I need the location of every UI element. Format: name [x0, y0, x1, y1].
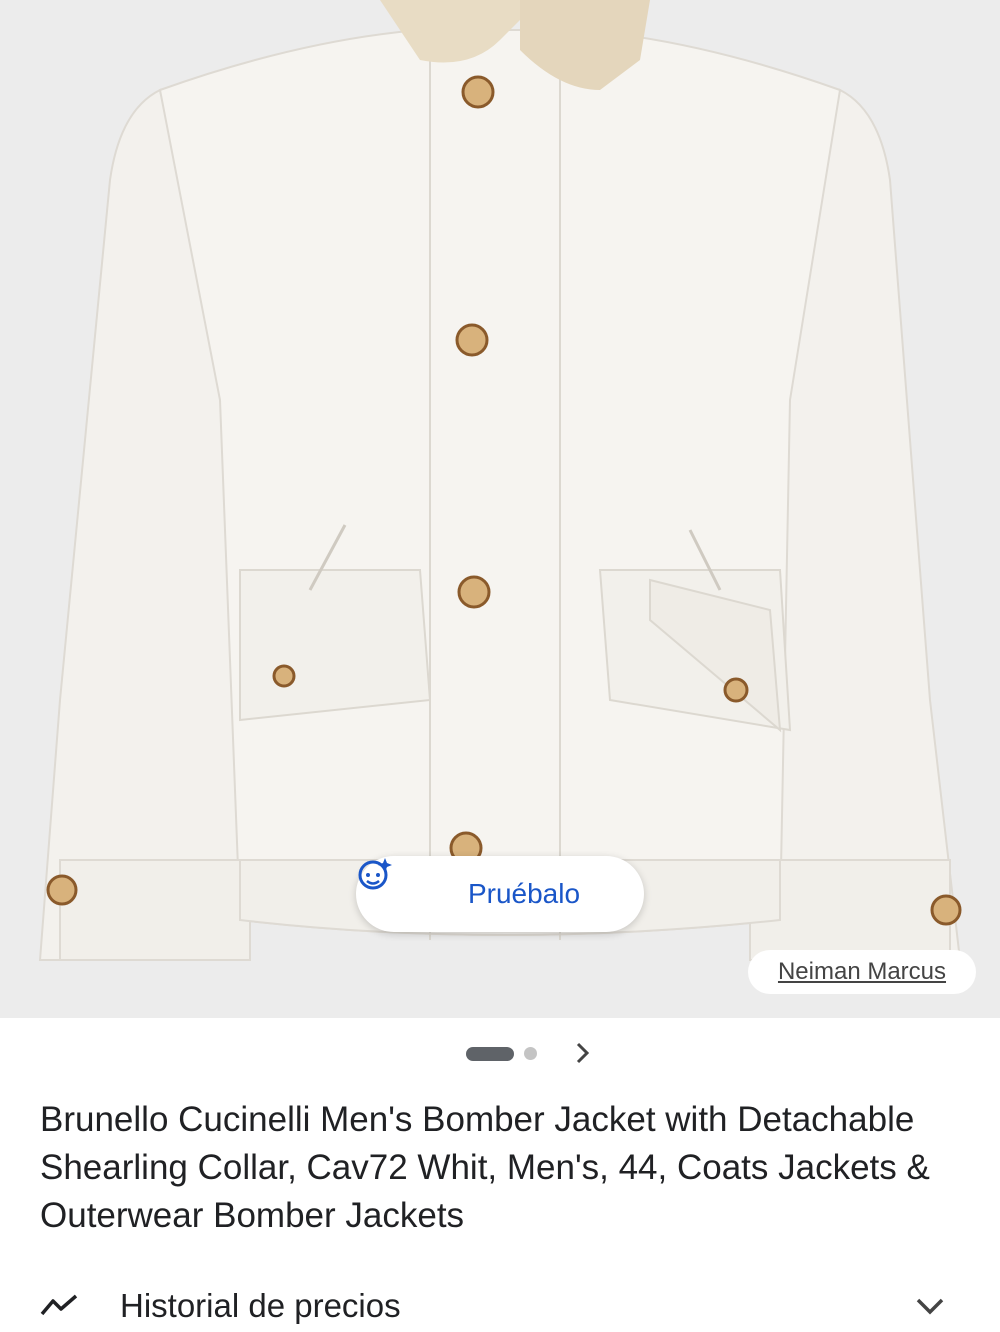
try-on-button[interactable]: Pruébalo [356, 856, 644, 932]
chevron-down-icon[interactable] [914, 1296, 946, 1318]
carousel-next-button[interactable] [568, 1037, 598, 1069]
carousel-dot-active[interactable] [466, 1047, 514, 1061]
product-image[interactable]: Pruébalo Neiman Marcus [0, 0, 1000, 1018]
try-on-face-sparkle-icon [358, 858, 456, 912]
product-title: Brunello Cucinelli Men's Bomber Jacket w… [40, 1100, 930, 1235]
store-name: Neiman Marcus [777, 958, 947, 985]
chevron-right-icon [576, 1042, 590, 1064]
store-link[interactable]: Neiman Marcus [748, 950, 976, 994]
price-history-label[interactable]: Historial de precios [120, 1287, 401, 1325]
carousel-dot[interactable] [524, 1047, 537, 1060]
trend-line-icon [40, 1294, 78, 1316]
try-on-label: Pruébalo [467, 878, 581, 909]
